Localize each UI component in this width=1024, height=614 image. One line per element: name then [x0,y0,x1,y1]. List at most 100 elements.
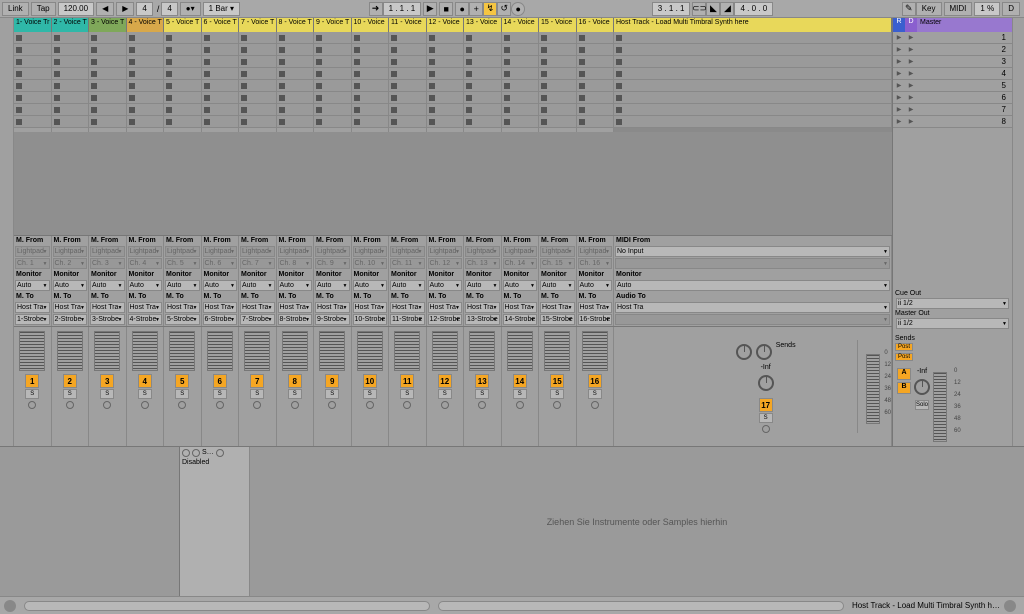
midi-to-ch-dropdown[interactable]: 6-Strobe [203,314,238,325]
midi-from-dropdown[interactable]: Lightpad [15,246,50,257]
solo-button[interactable]: S [288,389,302,399]
arm-button[interactable] [28,401,36,409]
arm-button[interactable] [141,401,149,409]
clip-slot[interactable] [614,68,891,80]
master-header[interactable]: Master [917,18,1012,32]
right-rail[interactable] [1012,18,1024,446]
track-activator-button[interactable]: 12 [438,374,452,388]
clip-slot[interactable] [352,116,389,128]
clip-slot[interactable] [502,44,539,56]
solo-button[interactable]: S [63,389,77,399]
clip-slot[interactable] [14,92,51,104]
clip-slot[interactable] [539,116,576,128]
punch-out-icon[interactable]: ◢ [720,2,734,16]
midi-to-dropdown[interactable]: Host Tra [278,302,313,313]
clip-slot[interactable] [352,56,389,68]
clip-slot[interactable] [89,116,126,128]
clip-slot[interactable] [427,44,464,56]
clip-slot[interactable] [389,56,426,68]
timesig-den[interactable]: 4 [161,2,177,16]
follow-icon[interactable]: ➜ [369,2,383,16]
clip-slot[interactable] [427,32,464,44]
arm-button[interactable] [103,401,111,409]
send-b-knob[interactable] [756,344,772,360]
link-button[interactable]: Link [2,2,29,16]
track-activator-button[interactable]: 13 [475,374,489,388]
host-midi-ch-dropdown[interactable] [615,258,890,269]
clip-slot[interactable] [239,104,276,116]
midi-to-ch-dropdown[interactable]: 2-Strobe [53,314,88,325]
track-activator-button[interactable]: 9 [325,374,339,388]
clip-slot[interactable] [314,92,351,104]
solo-button[interactable]: S [438,389,452,399]
arm-button[interactable] [553,401,561,409]
scene-row[interactable]: ▶▶2 [893,44,1012,56]
monitor-dropdown[interactable]: Auto [428,280,463,291]
track-header[interactable]: 7 - Voice T [239,18,277,32]
monitor-dropdown[interactable]: Auto [278,280,313,291]
clip-slot[interactable] [202,104,239,116]
clip-slot[interactable] [314,116,351,128]
solo-button[interactable]: S [250,389,264,399]
solo-button[interactable]: S [550,389,564,399]
track-header[interactable]: 9 - Voice T [314,18,352,32]
return-a-header[interactable]: R [893,18,905,32]
monitor-dropdown[interactable]: Auto [390,280,425,291]
track-header[interactable]: 1- Voice Tr [14,18,52,32]
track-activator-button[interactable]: 8 [288,374,302,388]
clip-slot[interactable] [614,104,891,116]
midi-to-dropdown[interactable]: Host Tra [165,302,200,313]
arm-button[interactable] [478,401,486,409]
host-fader[interactable] [866,354,880,424]
clip-slot[interactable] [277,56,314,68]
midi-ch-dropdown[interactable]: Ch. 3 [90,258,125,269]
return-b-header[interactable]: D [905,18,917,32]
clip-slot[interactable] [239,32,276,44]
solo-button[interactable]: S [475,389,489,399]
midi-to-dropdown[interactable]: Host Tra [353,302,388,313]
midi-ch-dropdown[interactable]: Ch. 16 [578,258,613,269]
overdub-icon[interactable]: + [469,2,483,16]
scene-row[interactable]: ▶▶1 [893,32,1012,44]
midi-to-dropdown[interactable]: Host Tra [240,302,275,313]
track-header[interactable]: 16 - Voice [577,18,615,32]
clip-slot[interactable] [502,56,539,68]
track-activator-button[interactable]: 10 [363,374,377,388]
clip-slot[interactable] [502,32,539,44]
volume-fader[interactable] [94,331,120,371]
clip-slot[interactable] [277,80,314,92]
track-header[interactable]: 11 - Voice [389,18,427,32]
nudge-up-button[interactable]: ▶ [116,2,134,16]
cue-out-dropdown[interactable]: ii 1/2 [896,298,1009,309]
clip-slot[interactable] [464,56,501,68]
midi-ch-dropdown[interactable]: Ch. 12 [428,258,463,269]
midi-ch-dropdown[interactable]: Ch. 13 [465,258,500,269]
clip-slot[interactable] [127,32,164,44]
track-header[interactable]: 8 - Voice T [277,18,315,32]
clip-slot[interactable] [314,68,351,80]
track-header[interactable]: 3 - Voice T [89,18,127,32]
midi-from-dropdown[interactable]: Lightpad [278,246,313,257]
clip-slot[interactable] [502,68,539,80]
key-map-button[interactable]: Key [916,2,942,16]
timesig-num[interactable]: 4 [136,2,152,16]
clip-slot[interactable] [502,92,539,104]
solo-button[interactable]: S [175,389,189,399]
midi-from-dropdown[interactable]: Lightpad [128,246,163,257]
master-pan-knob[interactable] [914,379,930,395]
clip-slot[interactable] [14,116,51,128]
clip-slot[interactable] [502,80,539,92]
arm-button[interactable] [216,401,224,409]
clip-slot[interactable] [52,68,89,80]
midi-from-dropdown[interactable]: Lightpad [165,246,200,257]
clip-slot[interactable] [314,80,351,92]
solo-button[interactable]: S [513,389,527,399]
clip-slot[interactable] [427,104,464,116]
clip-slot[interactable] [202,44,239,56]
clip-slot[interactable] [539,104,576,116]
monitor-dropdown[interactable]: Auto [128,280,163,291]
loop-start-field[interactable]: 3 . 1 . 1 [652,2,691,16]
clip-slot[interactable] [389,92,426,104]
clip-slot[interactable] [127,92,164,104]
midi-from-dropdown[interactable]: Lightpad [578,246,613,257]
